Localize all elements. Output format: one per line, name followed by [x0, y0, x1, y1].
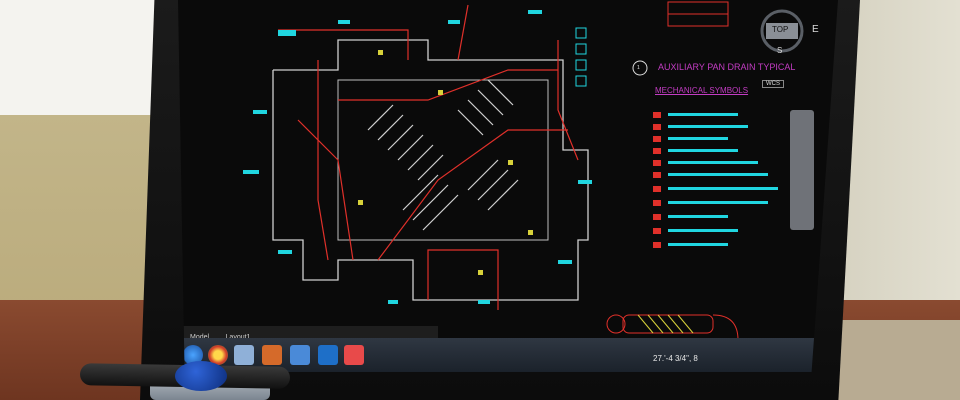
legend-title-aux: AUXILIARY PAN DRAIN TYPICAL	[658, 62, 796, 72]
viewcube-top-label: TOP	[772, 25, 789, 34]
legend-text-lines	[668, 113, 778, 246]
autocad-icon[interactable]	[344, 345, 364, 365]
wcs-button[interactable]: WCS	[762, 80, 784, 88]
viewcube-south-label: S	[777, 46, 783, 55]
viewcube[interactable]: TOP E S	[750, 6, 820, 56]
media-player-icon[interactable]	[262, 345, 282, 365]
floor-plan-drawing	[243, 1, 778, 341]
detail-number: 1	[637, 65, 640, 71]
cad-screen: AUXILIARY PAN DRAIN TYPICAL MECHANICAL S…	[178, 0, 838, 372]
seating-rows	[367, 79, 519, 231]
equipment-column	[575, 27, 587, 87]
building-outline	[272, 39, 589, 301]
legend-title-mech: MECHANICAL SYMBOLS	[655, 86, 749, 95]
layout-tabs: Model Layout1	[178, 326, 438, 341]
legend-symbols	[653, 112, 661, 248]
viewcube-east-label: E	[812, 24, 819, 35]
coordinate-readout: 27.'-4 3/4", 8	[653, 354, 698, 363]
detail-circle	[632, 60, 648, 76]
duct-detail	[606, 314, 739, 341]
explorer-icon[interactable]	[290, 345, 310, 365]
paper-sheet	[0, 0, 160, 120]
outlook-icon[interactable]	[318, 345, 338, 365]
marker-blue-cap	[175, 361, 227, 391]
top-detail	[667, 1, 729, 27]
photos-icon[interactable]	[234, 345, 254, 365]
inner-room	[337, 79, 549, 241]
annotations	[243, 10, 592, 304]
navigation-bar[interactable]	[790, 110, 814, 230]
diffuser-symbols	[358, 50, 533, 275]
